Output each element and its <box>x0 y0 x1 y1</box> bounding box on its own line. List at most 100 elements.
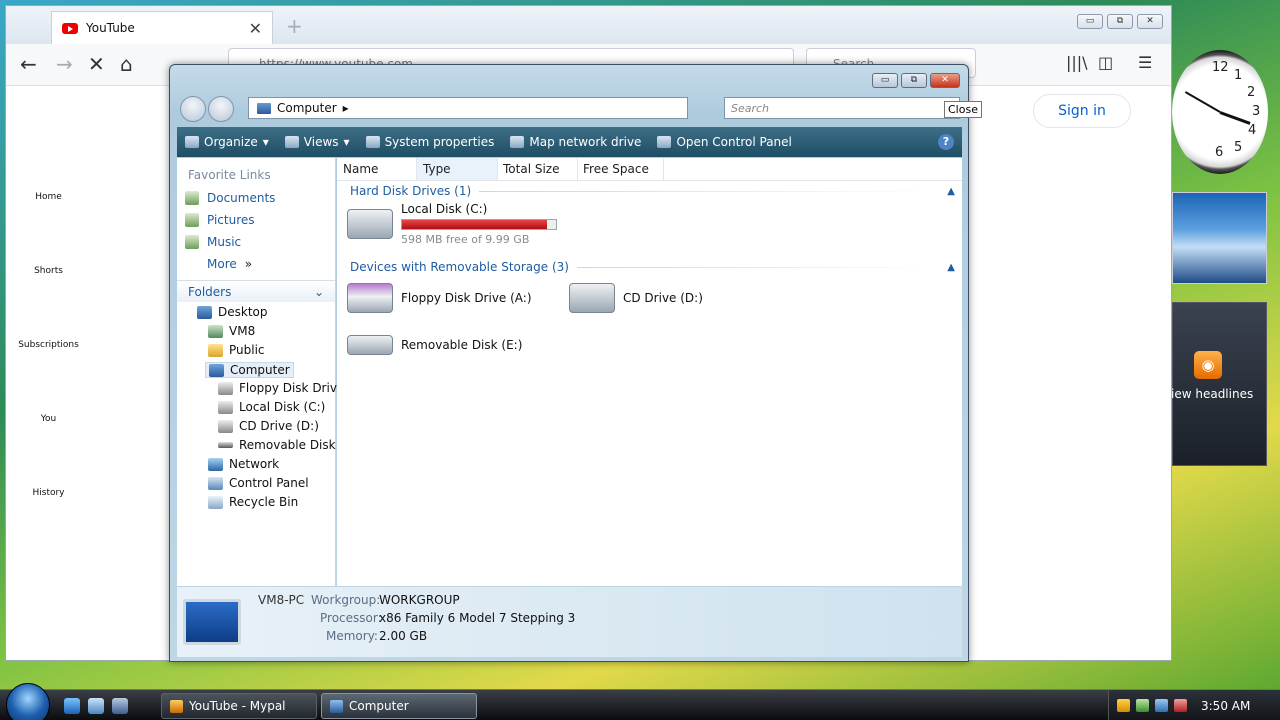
system-properties-button[interactable]: System properties <box>365 135 494 149</box>
stop-icon[interactable]: ✕ <box>88 52 105 76</box>
yt-nav-shorts[interactable]: Shorts <box>6 266 91 276</box>
hard-drive-icon <box>218 400 233 414</box>
yt-nav-home[interactable]: Home <box>6 192 91 202</box>
close-button[interactable]: ✕ <box>1137 14 1163 29</box>
switch-windows-icon[interactable] <box>112 698 128 714</box>
tree-control-panel[interactable]: Control Panel <box>208 476 309 490</box>
menu-icon[interactable]: ☰ <box>1138 53 1152 72</box>
explorer-search-input[interactable]: Search <box>724 97 960 119</box>
new-tab-button[interactable]: + <box>286 14 303 38</box>
map-network-drive-button[interactable]: Map network drive <box>510 135 641 149</box>
tree-label: Control Panel <box>229 476 309 490</box>
drive-local-disk-c[interactable]: Local Disk (C:) 598 MB free of 9.99 GB <box>347 202 557 246</box>
column-separator[interactable] <box>577 158 578 180</box>
library-icon[interactable]: |||\ <box>1066 53 1088 72</box>
control-panel-icon <box>208 476 223 490</box>
tree-desktop[interactable]: Desktop <box>197 305 268 319</box>
organize-button[interactable]: Organize ▾ <box>185 135 269 149</box>
address-chevron-icon[interactable]: ▸ <box>343 101 349 115</box>
tree-floppy[interactable]: Floppy Disk Drive <box>218 381 344 395</box>
volume-muted-icon[interactable] <box>1174 699 1187 712</box>
group-hard-disks[interactable]: Hard Disk Drives (1) ▲ <box>350 184 955 198</box>
memory-label: Memory: <box>326 629 378 643</box>
pc-name: VM8-PC <box>258 593 305 607</box>
computer-icon <box>209 363 224 377</box>
column-separator[interactable] <box>497 158 498 180</box>
tree-vm8[interactable]: VM8 <box>208 324 255 338</box>
yt-nav-history[interactable]: History <box>6 488 91 498</box>
clock-gadget[interactable]: 12 1 2 3 4 5 6 <box>1172 50 1268 174</box>
tree-cd-drive[interactable]: CD Drive (D:) <box>218 419 319 433</box>
tree-recycle-bin[interactable]: Recycle Bin <box>208 495 298 509</box>
slideshow-gadget[interactable] <box>1172 192 1267 284</box>
drive-name: Local Disk (C:) <box>401 202 488 216</box>
explorer-close-button[interactable]: ✕ <box>930 73 960 88</box>
tree-public[interactable]: Public <box>208 343 265 357</box>
views-button[interactable]: Views ▾ <box>284 135 350 149</box>
sign-in-button[interactable]: Sign in <box>1033 94 1131 128</box>
command-bar: Organize ▾ Views ▾ System properties Map… <box>177 127 962 157</box>
group-removable[interactable]: Devices with Removable Storage (3) ▲ <box>350 260 955 274</box>
network-icon[interactable] <box>1155 699 1168 712</box>
minimize-button[interactable]: ▭ <box>1077 14 1103 29</box>
favorite-link-more[interactable]: More » <box>207 257 252 271</box>
home-icon[interactable]: ⌂ <box>120 52 133 76</box>
open-control-panel-button[interactable]: Open Control Panel <box>657 135 792 149</box>
back-icon[interactable]: ← <box>20 52 37 76</box>
drive-floppy-a[interactable]: Floppy Disk Drive (A:) <box>347 283 532 313</box>
column-total-size[interactable]: Total Size <box>503 162 559 176</box>
explorer-maximize-button[interactable]: ⧉ <box>901 73 927 88</box>
column-type[interactable]: Type <box>423 162 451 176</box>
yt-nav-subscriptions[interactable]: Subscriptions <box>6 340 91 350</box>
taskbar-clock[interactable]: 3:50 AM <box>1201 699 1250 713</box>
taskbar-button-label: Computer <box>349 699 409 713</box>
workgroup-label: Workgroup: <box>311 593 381 607</box>
help-icon[interactable]: ? <box>938 134 954 150</box>
recycle-bin-icon <box>208 495 223 509</box>
address-bar[interactable]: Computer ▸ <box>248 97 688 119</box>
explorer-minimize-button[interactable]: ▭ <box>872 73 898 88</box>
address-computer[interactable]: Computer <box>277 101 337 115</box>
group-hard-disks-label: Hard Disk Drives (1) <box>350 184 472 198</box>
tab-youtube[interactable]: YouTube ✕ <box>51 11 273 44</box>
column-free-space[interactable]: Free Space <box>583 162 649 176</box>
clock-hour-hand <box>1219 111 1251 125</box>
back-button[interactable] <box>180 96 206 122</box>
drive-name: Removable Disk (E:) <box>401 338 523 352</box>
favorite-link-documents[interactable]: Documents <box>185 191 275 205</box>
start-button[interactable] <box>6 683 50 720</box>
sign-in-label: Sign in <box>1058 103 1106 119</box>
tree-computer[interactable]: Computer <box>205 362 294 378</box>
drive-cd-d[interactable]: CD Drive (D:) <box>569 283 703 313</box>
tree-label: Network <box>229 457 280 471</box>
tree-network[interactable]: Network <box>208 457 279 471</box>
yt-nav-you[interactable]: You <box>6 414 91 424</box>
column-separator[interactable] <box>663 158 664 180</box>
show-desktop-icon[interactable] <box>88 698 104 714</box>
tree-local-disk[interactable]: Local Disk (C:) <box>218 400 325 414</box>
tree-label: Floppy Disk Drive <box>239 381 345 395</box>
update-icon[interactable] <box>1136 699 1149 712</box>
tab-close-icon[interactable]: ✕ <box>249 19 262 38</box>
maximize-button[interactable]: ⧉ <box>1107 14 1133 29</box>
cd-drive-icon <box>569 283 615 313</box>
forward-icon[interactable]: → <box>56 52 73 76</box>
taskbar-button-mypal[interactable]: YouTube - Mypal <box>161 693 317 719</box>
favorite-link-music[interactable]: Music <box>185 235 241 249</box>
favorite-link-label: Documents <box>207 191 276 205</box>
tree-removable-disk[interactable]: Removable Disk (E: <box>218 438 356 452</box>
sidebar-icon[interactable]: ◫ <box>1098 53 1113 72</box>
internet-explorer-icon[interactable] <box>64 698 80 714</box>
favorite-link-pictures[interactable]: Pictures <box>185 213 255 227</box>
security-shield-icon[interactable] <box>1117 699 1130 712</box>
forward-button[interactable] <box>208 96 234 122</box>
drive-removable-e[interactable]: Removable Disk (E:) <box>347 335 522 355</box>
feed-headlines-gadget[interactable]: ◉ iew headlines <box>1171 302 1267 466</box>
collapse-icon[interactable]: ▲ <box>947 262 955 273</box>
control-panel-icon <box>657 136 672 148</box>
column-name[interactable]: Name <box>343 162 378 176</box>
taskbar-button-computer[interactable]: Computer <box>321 693 477 719</box>
folders-header[interactable]: Folders ⌄ <box>177 280 335 302</box>
column-header-row: Name Type Total Size Free Space <box>337 158 962 181</box>
collapse-icon[interactable]: ▲ <box>947 186 955 197</box>
